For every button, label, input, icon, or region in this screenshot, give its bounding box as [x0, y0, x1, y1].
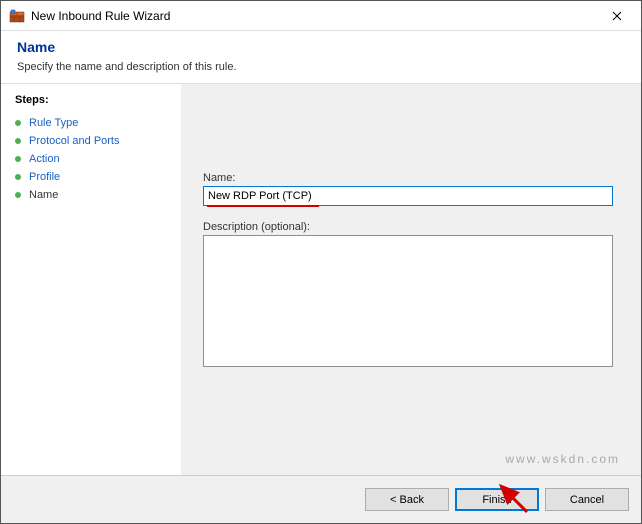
step-label: Rule Type — [29, 117, 78, 129]
step-action[interactable]: Action — [15, 150, 167, 168]
wizard-body: Steps: Rule Type Protocol and Ports Acti… — [1, 83, 641, 475]
bullet-icon — [15, 120, 21, 126]
step-label: Action — [29, 153, 60, 165]
close-button[interactable] — [594, 1, 639, 30]
button-bar: < Back Finish Cancel — [1, 475, 641, 523]
cancel-button[interactable]: Cancel — [545, 488, 629, 511]
bullet-icon — [15, 192, 21, 198]
firewall-icon — [9, 8, 25, 24]
step-label: Profile — [29, 171, 60, 183]
description-field-group: Description (optional): — [203, 221, 613, 370]
steps-heading: Steps: — [15, 94, 167, 106]
step-rule-type[interactable]: Rule Type — [15, 114, 167, 132]
finish-button[interactable]: Finish — [455, 488, 539, 511]
description-label: Description (optional): — [203, 221, 613, 233]
bullet-icon — [15, 156, 21, 162]
page-title: Name — [17, 39, 625, 55]
step-label: Protocol and Ports — [29, 135, 120, 147]
main-pane: Name: Description (optional): — [181, 84, 641, 475]
back-button[interactable]: < Back — [365, 488, 449, 511]
steps-sidebar: Steps: Rule Type Protocol and Ports Acti… — [1, 84, 181, 475]
window-title: New Inbound Rule Wizard — [31, 9, 594, 23]
page-subtitle: Specify the name and description of this… — [17, 61, 625, 73]
name-input[interactable] — [203, 186, 613, 206]
name-field-group: Name: — [203, 172, 613, 207]
bullet-icon — [15, 138, 21, 144]
step-label: Name — [29, 189, 58, 201]
step-protocol-ports[interactable]: Protocol and Ports — [15, 132, 167, 150]
description-input[interactable] — [203, 235, 613, 367]
titlebar: New Inbound Rule Wizard — [1, 1, 641, 31]
name-label: Name: — [203, 172, 613, 184]
wizard-header: Name Specify the name and description of… — [1, 31, 641, 83]
spellcheck-underline — [207, 205, 319, 207]
step-profile[interactable]: Profile — [15, 168, 167, 186]
bullet-icon — [15, 174, 21, 180]
step-name[interactable]: Name — [15, 186, 167, 204]
wizard-window: New Inbound Rule Wizard Name Specify the… — [0, 0, 642, 524]
